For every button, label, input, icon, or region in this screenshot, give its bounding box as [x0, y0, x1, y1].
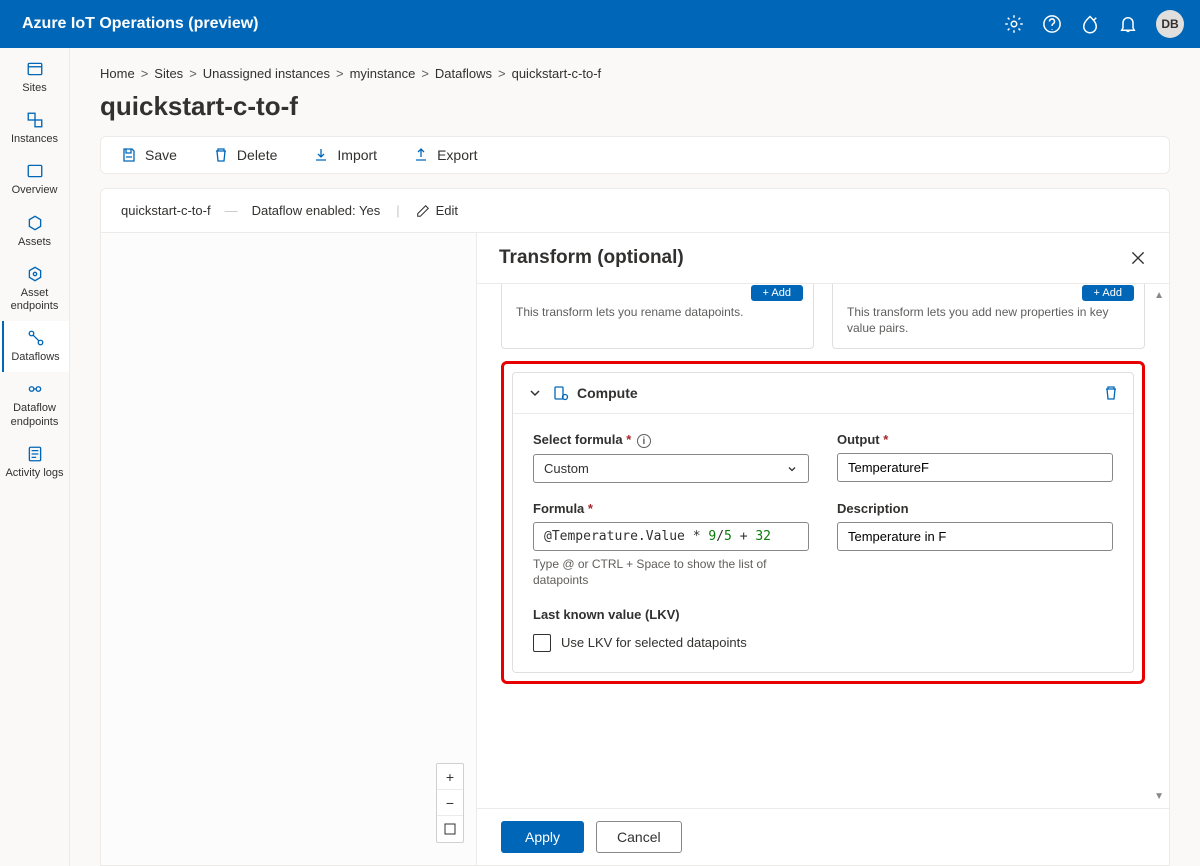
lkv-checkbox-label: Use LKV for selected datapoints	[561, 635, 747, 650]
select-formula-field: Select formula * i Custom	[533, 432, 809, 483]
cancel-button[interactable]: Cancel	[596, 821, 682, 853]
dataflow-endpoints-icon	[26, 380, 44, 398]
nav-asset-endpoints[interactable]: Asset endpoints	[0, 257, 69, 321]
formula-input[interactable]: @Temperature.Value * 9/5 + 32	[533, 522, 809, 551]
settings-icon[interactable]	[1004, 14, 1024, 34]
notifications-icon[interactable]	[1118, 14, 1138, 34]
chevron-down-icon[interactable]	[527, 385, 543, 401]
overview-icon	[26, 162, 44, 180]
app-title: Azure IoT Operations (preview)	[16, 15, 1004, 33]
zoom-controls: + −	[436, 763, 464, 843]
zoom-out-button[interactable]: −	[437, 790, 463, 816]
nav-activity-logs[interactable]: Activity logs	[0, 437, 69, 488]
nav-sites[interactable]: Sites	[0, 52, 69, 103]
lkv-section: Last known value (LKV) Use LKV for selec…	[533, 607, 1113, 652]
zoom-in-button[interactable]: +	[437, 764, 463, 790]
edit-button[interactable]: Edit	[416, 203, 458, 218]
panel-footer: Apply Cancel	[477, 808, 1169, 865]
output-field: Output *	[837, 432, 1113, 483]
lkv-title: Last known value (LKV)	[533, 607, 1113, 622]
activity-logs-icon	[26, 445, 44, 463]
transform-panel: Transform (optional) ▲ + Add Rename This…	[476, 232, 1170, 866]
assets-icon	[26, 214, 44, 232]
command-bar: Save Delete Import Export	[100, 136, 1170, 174]
scroll-down-icon[interactable]: ▼	[1154, 791, 1164, 802]
crumb-dataflows[interactable]: Dataflows	[435, 66, 492, 81]
dataflow-status: Dataflow enabled: Yes	[252, 203, 381, 218]
formula-hint: Type @ or CTRL + Space to show the list …	[533, 557, 809, 588]
description-field: Description	[837, 501, 1113, 588]
compute-transform-card: Compute Select formula * i Custom	[501, 361, 1145, 683]
output-input[interactable]	[837, 453, 1113, 482]
user-avatar[interactable]: DB	[1156, 10, 1184, 38]
new-property-transform-card[interactable]: + Add New property This transform lets y…	[832, 284, 1145, 349]
dataflow-name: quickstart-c-to-f	[121, 203, 211, 218]
rename-transform-card[interactable]: + Add Rename This transform lets you ren…	[501, 284, 814, 349]
rename-desc: This transform lets you rename datapoint…	[516, 304, 799, 320]
nav-dataflows[interactable]: Dataflows	[0, 321, 69, 372]
sites-icon	[26, 60, 44, 78]
formula-field: Formula * @Temperature.Value * 9/5 + 32 …	[533, 501, 809, 588]
crumb-current: quickstart-c-to-f	[512, 66, 602, 81]
side-nav: Sites Instances Overview Assets Asset en…	[0, 48, 70, 866]
delete-button[interactable]: Delete	[213, 147, 277, 163]
canvas-area[interactable]: + −	[100, 232, 476, 866]
nav-instances[interactable]: Instances	[0, 103, 69, 154]
info-icon[interactable]: i	[637, 434, 651, 448]
nav-dataflow-endpoints[interactable]: Dataflow endpoints	[0, 372, 69, 436]
apply-button[interactable]: Apply	[501, 821, 584, 853]
description-input[interactable]	[837, 522, 1113, 551]
import-button[interactable]: Import	[313, 147, 377, 163]
instances-icon	[26, 111, 44, 129]
scroll-up-icon[interactable]: ▲	[1154, 290, 1164, 301]
crumb-sites[interactable]: Sites	[154, 66, 183, 81]
panel-title: Transform (optional)	[499, 247, 684, 269]
crumb-home[interactable]: Home	[100, 66, 135, 81]
zoom-fit-button[interactable]	[437, 816, 463, 842]
trash-icon[interactable]	[1103, 385, 1119, 401]
crumb-instance[interactable]: myinstance	[350, 66, 416, 81]
dataflows-icon	[27, 329, 45, 347]
lkv-checkbox[interactable]	[533, 634, 551, 652]
export-button[interactable]: Export	[413, 147, 477, 163]
compute-icon	[553, 385, 569, 401]
close-icon[interactable]	[1129, 249, 1147, 267]
nav-overview[interactable]: Overview	[0, 154, 69, 205]
breadcrumb: Home> Sites> Unassigned instances> myins…	[70, 48, 1200, 81]
top-bar: Azure IoT Operations (preview) DB	[0, 0, 1200, 48]
crumb-unassigned[interactable]: Unassigned instances	[203, 66, 330, 81]
info-bar: quickstart-c-to-f — Dataflow enabled: Ye…	[100, 188, 1170, 232]
asset-endpoints-icon	[26, 265, 44, 283]
help-icon[interactable]	[1042, 14, 1062, 34]
add-pill: + Add	[751, 285, 803, 301]
save-button[interactable]: Save	[121, 147, 177, 163]
select-formula-dropdown[interactable]: Custom	[533, 454, 809, 483]
newprop-desc: This transform lets you add new properti…	[847, 304, 1130, 336]
add-pill: + Add	[1082, 285, 1134, 301]
nav-assets[interactable]: Assets	[0, 206, 69, 257]
top-bar-actions: DB	[1004, 10, 1184, 38]
diagnostics-icon[interactable]	[1080, 14, 1100, 34]
page-title: quickstart-c-to-f	[70, 81, 1200, 136]
compute-title: Compute	[577, 385, 1103, 401]
